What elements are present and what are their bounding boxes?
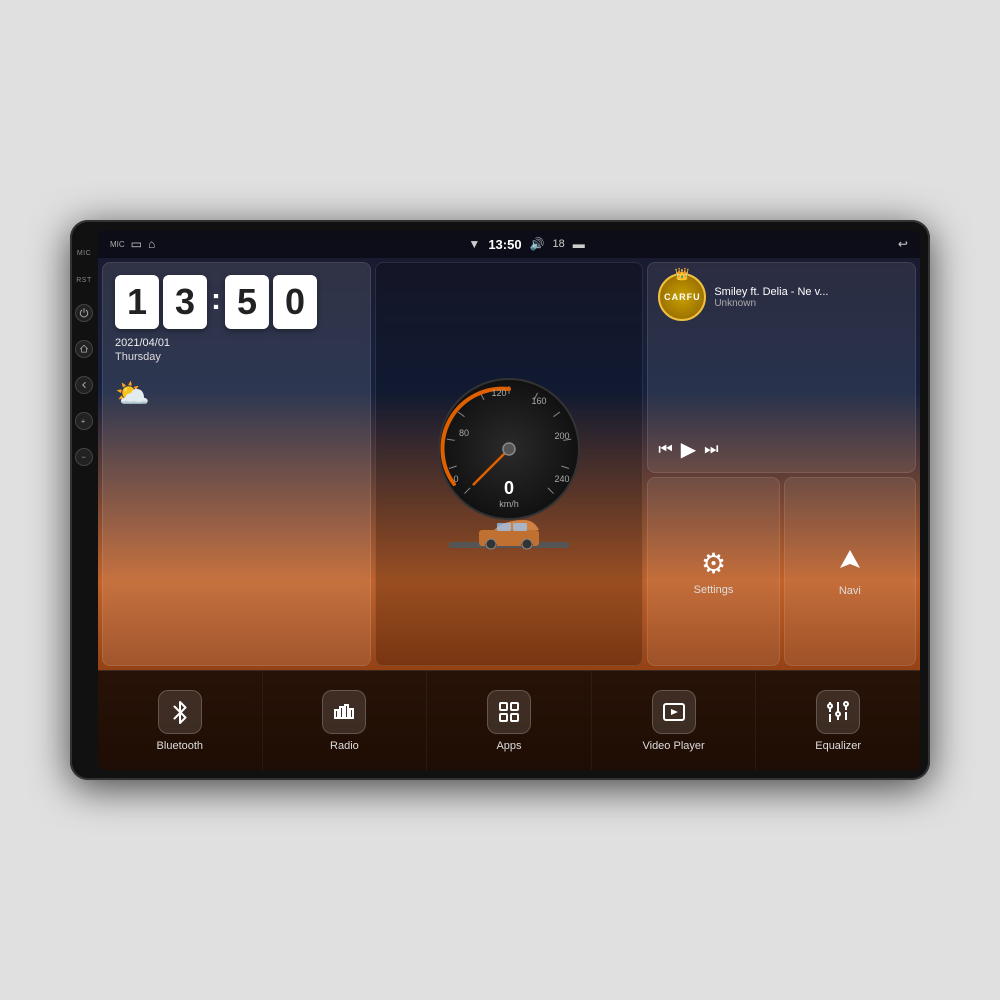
navbar-recent-icon[interactable]: ▭ — [131, 237, 142, 251]
rst-label: RST — [76, 277, 92, 284]
speedometer-widget[interactable]: 0 80 120 160 200 240 0 km/h — [375, 262, 644, 666]
radio-icon — [332, 700, 356, 724]
side-buttons: MIC RST + − — [70, 220, 98, 780]
apps-item[interactable]: Apps — [427, 671, 592, 770]
screen-wrapper: MIC ▭ ⌂ ▼ 13:50 🔊 18 ▬ ↩ — [98, 230, 920, 770]
mic-indicator: MIC — [110, 240, 125, 249]
crown-icon: 👑 — [675, 267, 690, 281]
status-center: ▼ 13:50 🔊 18 ▬ — [468, 237, 584, 252]
equalizer-icon — [826, 700, 850, 724]
video-player-label: Video Player — [642, 740, 704, 752]
volume-icon: 🔊 — [530, 237, 545, 251]
settings-icon: ⚙ — [701, 547, 726, 580]
bluetooth-item[interactable]: Bluetooth — [98, 671, 263, 770]
mic-label: MIC — [77, 250, 91, 257]
hour-tens: 1 — [115, 275, 159, 329]
music-info: Smiley ft. Delia - Ne v... Unknown — [714, 286, 905, 309]
navi-icon — [836, 546, 864, 581]
flip-clock: 1 3 : 5 0 — [115, 275, 317, 329]
right-col: 👑 CARFU Smiley ft. Delia - Ne v... Unkno… — [647, 262, 916, 666]
equalizer-label: Equalizer — [815, 740, 861, 752]
svg-text:0: 0 — [453, 474, 458, 484]
clock-widget[interactable]: 1 3 : 5 0 2021/04/01 Thursday ⛅ — [102, 262, 371, 666]
clock-day: Thursday — [115, 351, 161, 363]
status-bar: MIC ▭ ⌂ ▼ 13:50 🔊 18 ▬ ↩ — [98, 230, 920, 258]
music-widget[interactable]: 👑 CARFU Smiley ft. Delia - Ne v... Unkno… — [647, 262, 916, 473]
minute-ones: 0 — [273, 275, 317, 329]
carfu-logo: CARFU — [664, 292, 701, 302]
svg-text:−: − — [82, 453, 87, 462]
radio-icon-box — [322, 690, 366, 734]
time-colon: : — [211, 275, 221, 329]
bottom-bar: Bluetooth Radio — [98, 670, 920, 770]
screen: MIC ▭ ⌂ ▼ 13:50 🔊 18 ▬ ↩ — [98, 230, 920, 770]
speedo-canvas: 0 80 120 160 200 240 0 km/h — [376, 263, 643, 665]
svg-text:km/h: km/h — [499, 499, 519, 509]
apps-icon-box — [487, 690, 531, 734]
weather-icon: ⛅ — [115, 377, 150, 410]
radio-label: Radio — [330, 740, 359, 752]
back-nav-icon[interactable]: ↩ — [898, 237, 908, 251]
vol-up-button[interactable]: + — [75, 412, 93, 430]
next-button[interactable]: ⏭ — [704, 441, 718, 459]
music-artist: Unknown — [714, 298, 905, 309]
svg-text:+: + — [81, 417, 86, 426]
svg-text:160: 160 — [531, 396, 546, 406]
main-content: 1 3 : 5 0 2021/04/01 Thursday ⛅ — [98, 258, 920, 670]
back-button[interactable] — [75, 376, 93, 394]
svg-text:240: 240 — [554, 474, 569, 484]
svg-text:80: 80 — [459, 428, 469, 438]
video-player-icon — [662, 700, 686, 724]
power-button[interactable] — [75, 304, 93, 322]
equalizer-item[interactable]: Equalizer — [756, 671, 920, 770]
status-time: 13:50 — [488, 237, 521, 252]
navi-widget[interactable]: Navi — [784, 477, 916, 666]
music-title: Smiley ft. Delia - Ne v... — [714, 286, 905, 298]
clock-date: 2021/04/01 — [115, 337, 170, 349]
battery-icon: ▬ — [573, 237, 585, 251]
apps-icon — [497, 700, 521, 724]
minute-tens: 5 — [225, 275, 269, 329]
vol-down-button[interactable]: − — [75, 448, 93, 466]
navi-label: Navi — [839, 585, 861, 597]
home-button[interactable] — [75, 340, 93, 358]
speedo-svg: 0 80 120 160 200 240 0 km/h — [434, 374, 584, 524]
video-player-icon-box — [652, 690, 696, 734]
settings-widget[interactable]: ⚙ Settings — [647, 477, 779, 666]
volume-level: 18 — [553, 238, 565, 250]
svg-text:0: 0 — [504, 478, 514, 498]
car-illustration — [449, 514, 569, 554]
music-controls: ⏮ ▶ ⏭ — [658, 437, 905, 462]
settings-label: Settings — [694, 584, 734, 596]
wifi-icon: ▼ — [468, 237, 480, 251]
apps-label: Apps — [496, 740, 521, 752]
bluetooth-icon-box — [158, 690, 202, 734]
hour-ones: 3 — [163, 275, 207, 329]
device: MIC RST + − MIC ▭ ⌂ — [70, 220, 930, 780]
equalizer-icon-box — [816, 690, 860, 734]
play-button[interactable]: ▶ — [681, 437, 696, 462]
bluetooth-label: Bluetooth — [157, 740, 203, 752]
settings-navi-row: ⚙ Settings Navi — [647, 477, 916, 666]
bluetooth-icon — [168, 700, 192, 724]
svg-text:120: 120 — [491, 388, 506, 398]
status-right: ↩ — [898, 237, 908, 251]
album-art: 👑 CARFU — [658, 273, 706, 321]
video-player-item[interactable]: Video Player — [592, 671, 757, 770]
prev-button[interactable]: ⏮ — [658, 441, 672, 459]
status-left: MIC ▭ ⌂ — [110, 237, 155, 251]
radio-item[interactable]: Radio — [263, 671, 428, 770]
svg-text:200: 200 — [554, 431, 569, 441]
navbar-home-icon[interactable]: ⌂ — [148, 237, 155, 251]
